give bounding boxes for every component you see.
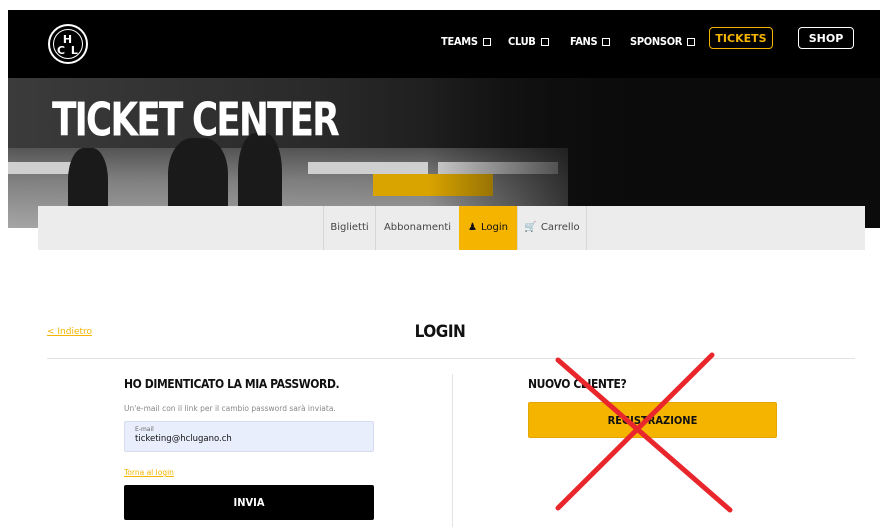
nav-item-club[interactable]: CLUB <box>508 34 549 50</box>
column-divider <box>452 374 453 527</box>
square-icon <box>540 38 549 46</box>
page-title: LOGIN <box>414 322 466 342</box>
email-label: E-mail <box>135 426 154 433</box>
divider <box>47 358 855 359</box>
shop-button[interactable]: SHOP <box>798 27 854 49</box>
tab-abbonamenti[interactable]: Abbonamenti <box>375 206 459 250</box>
top-nav: HC L TEAMS CLUB FANS SPONSOR TICKETS SHO… <box>8 10 880 78</box>
tab-label: Login <box>480 222 508 233</box>
nav-item-label: TEAMS <box>441 35 478 48</box>
submit-button[interactable]: INVIA <box>124 485 374 520</box>
forgot-password-heading: HO DIMENTICATO LA MIA PASSWORD. <box>124 377 340 391</box>
square-icon <box>687 38 696 46</box>
hc-lugano-logo[interactable]: HC L <box>48 24 88 64</box>
nav-item-sponsor[interactable]: SPONSOR <box>630 34 696 50</box>
email-value: ticketing@hclugano.ch <box>135 434 232 444</box>
nav-item-label: FANS <box>570 35 598 48</box>
new-client-heading: NUOVO CLIENTE? <box>528 377 627 391</box>
tab-carrello[interactable]: 🛒 Carrello <box>517 206 587 250</box>
cart-icon: 🛒 <box>524 222 537 233</box>
nav-item-label: SPONSOR <box>630 35 683 48</box>
square-icon <box>482 38 491 46</box>
back-to-login-link[interactable]: Torna al login <box>124 468 174 477</box>
forgot-password-hint: Un'e-mail con il link per il cambio pass… <box>124 404 336 413</box>
tab-biglietti[interactable]: Biglietti <box>323 206 375 250</box>
user-icon: ♟ <box>468 222 477 233</box>
square-icon <box>602 38 611 46</box>
nav-item-teams[interactable]: TEAMS <box>441 34 491 50</box>
hero-title: TICKET CENTER <box>52 94 340 147</box>
tickets-button[interactable]: TICKETS <box>709 27 773 49</box>
logo-text: HC L <box>57 33 79 57</box>
nav-item-label: CLUB <box>508 35 536 48</box>
nav-item-fans[interactable]: FANS <box>570 34 611 50</box>
tab-login[interactable]: ♟ Login <box>459 206 517 250</box>
ticket-tabs: Biglietti Abbonamenti ♟ Login 🛒 Carrello <box>38 206 865 250</box>
tab-label: Carrello <box>540 222 580 233</box>
hero-photo-board <box>308 162 428 174</box>
register-button[interactable]: REGISTRAZIONE <box>528 402 777 438</box>
email-field[interactable]: E-mail ticketing@hclugano.ch <box>124 421 374 452</box>
